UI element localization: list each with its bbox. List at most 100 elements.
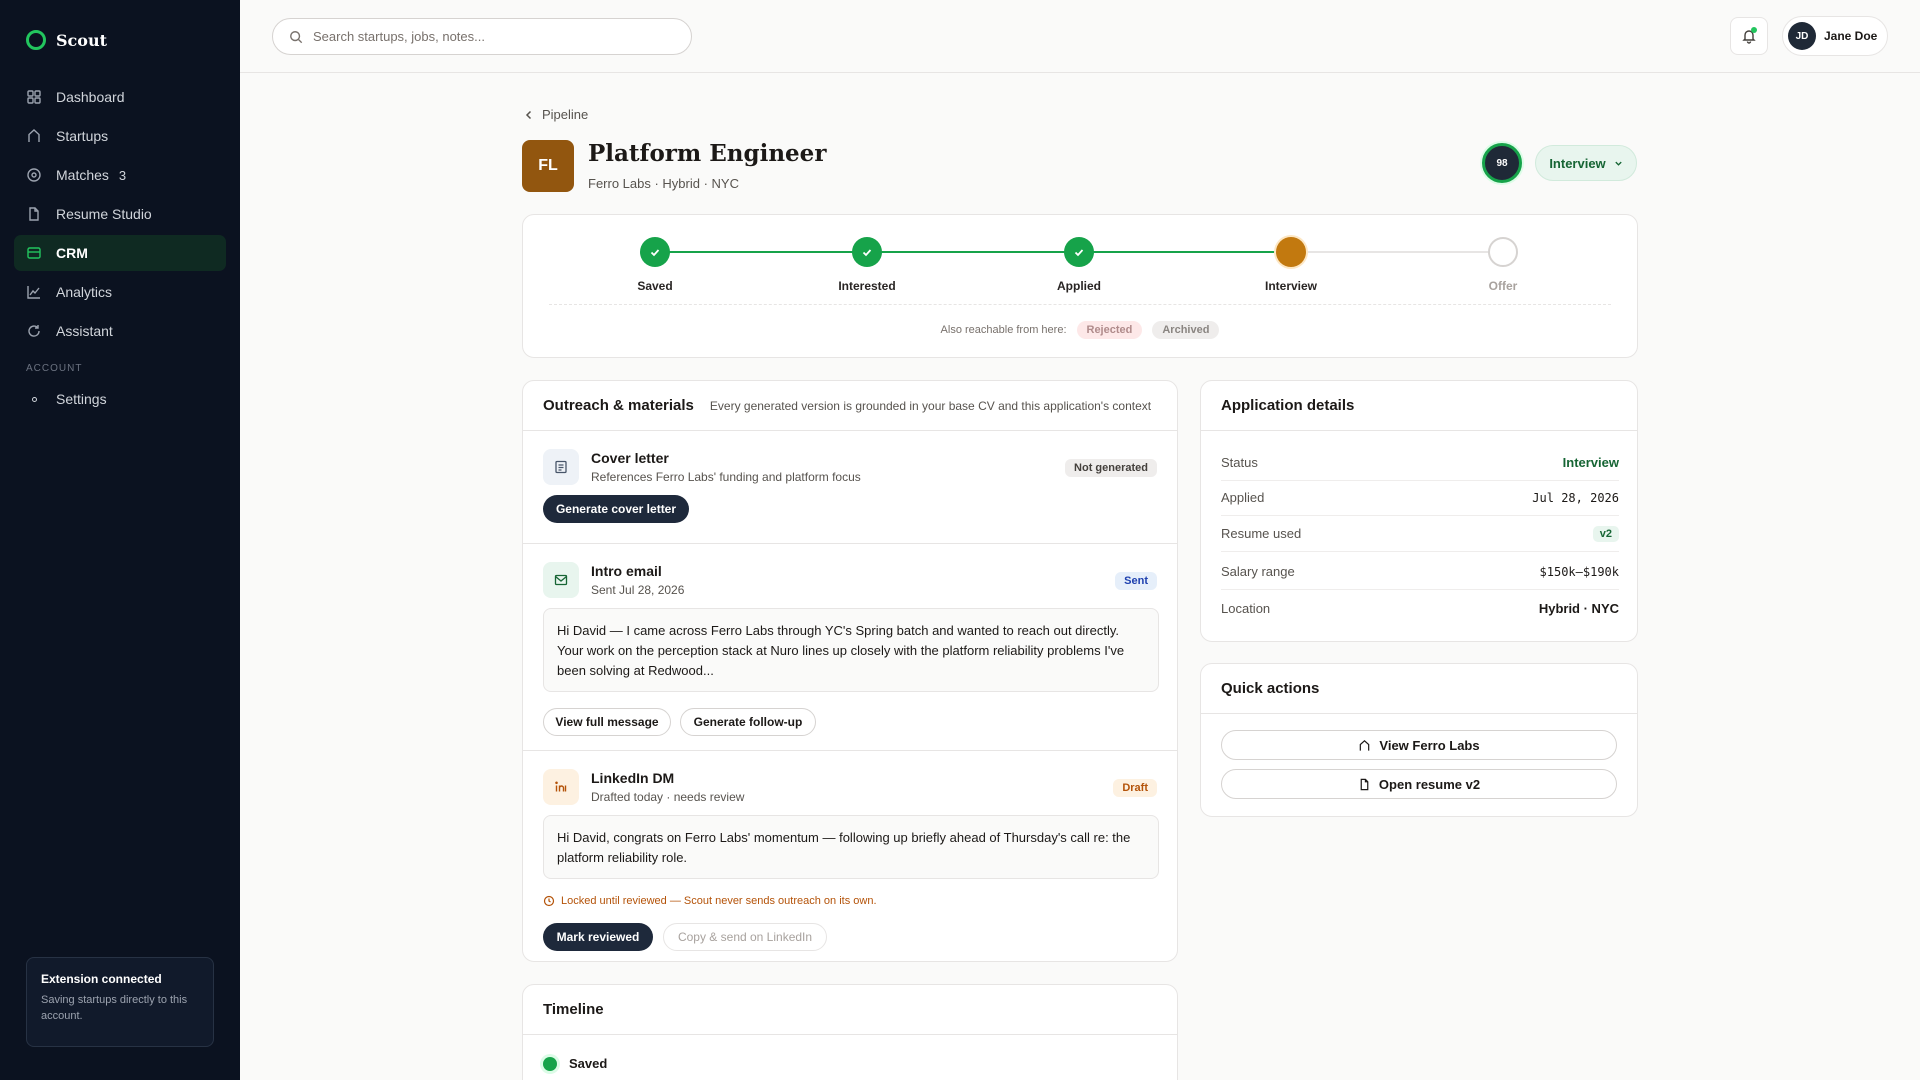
search-box[interactable] xyxy=(272,18,692,55)
outreach-card: Outreach & materials Every generated ver… xyxy=(522,380,1178,962)
extension-status-card: Extension connected Saving startups dire… xyxy=(26,957,214,1047)
brand[interactable]: Scout xyxy=(26,30,107,50)
quick-actions-card: Quick actions View Ferro Labs Open resum… xyxy=(1200,663,1638,817)
user-menu-button[interactable]: JD Jane Doe xyxy=(1782,16,1888,56)
resume-version-badge[interactable]: v2 xyxy=(1592,525,1619,542)
linkedin-dm-subtitle: Drafted today · needs review xyxy=(591,790,745,804)
detail-row-applied: Applied Jul 28, 2026 xyxy=(1221,480,1619,516)
sidebar-settings-group: Settings xyxy=(14,381,226,420)
notification-dot xyxy=(1751,27,1757,33)
view-company-button[interactable]: View Ferro Labs xyxy=(1221,730,1617,760)
rejected-tag[interactable]: Rejected xyxy=(1076,321,1143,339)
generate-cover-letter-button[interactable]: Generate cover letter xyxy=(543,495,689,523)
cover-letter-subtitle: References Ferro Labs' funding and platf… xyxy=(591,470,861,484)
document-icon xyxy=(1360,778,1369,790)
step-saved[interactable]: Saved xyxy=(595,237,715,293)
search-input[interactable] xyxy=(313,29,673,44)
detail-key: Location xyxy=(1221,600,1271,616)
notifications-button[interactable] xyxy=(1730,17,1768,55)
linkedin-dm-section: LinkedIn DM Drafted today · needs review… xyxy=(523,751,1177,961)
clock-icon xyxy=(543,895,555,907)
detail-row-location: Location Hybrid · NYC xyxy=(1221,590,1619,626)
generate-follow-up-button[interactable]: Generate follow-up xyxy=(680,708,816,736)
reachable-label: Also reachable from here: xyxy=(940,324,1067,336)
sidebar-item-startups[interactable]: Startups xyxy=(14,118,226,154)
step-circle xyxy=(640,237,670,267)
step-label: Interview xyxy=(1264,279,1318,293)
copy-send-linkedin-button[interactable]: Copy & send on LinkedIn xyxy=(663,923,827,951)
pipeline-stepper: Saved Interested Applied Interview Offer… xyxy=(522,214,1638,358)
mark-reviewed-button[interactable]: Mark reviewed xyxy=(543,923,653,951)
details-title: Application details xyxy=(1221,397,1355,414)
check-icon xyxy=(862,249,872,257)
timeline-dot xyxy=(543,1056,557,1071)
detail-value: Hybrid · NYC xyxy=(1538,600,1619,616)
sidebar-item-label: CRM xyxy=(56,245,88,261)
topbar: JD Jane Doe xyxy=(240,0,1920,73)
house-icon xyxy=(28,129,40,142)
archived-tag[interactable]: Archived xyxy=(1152,321,1220,339)
reachable-states: Also reachable from here: Rejected Archi… xyxy=(523,321,1637,339)
detail-key: Salary range xyxy=(1221,564,1295,579)
grid-icon xyxy=(27,90,41,104)
application-details-card: Application details Status Interview App… xyxy=(1200,380,1638,642)
timeline-item-label: Saved xyxy=(569,1056,608,1071)
quick-actions-title: Quick actions xyxy=(1221,680,1320,697)
lock-note-text: Locked until reviewed — Scout never send… xyxy=(561,895,877,907)
detail-row-status: Status Interview xyxy=(1221,445,1619,481)
sidebar-item-settings[interactable]: Settings xyxy=(14,381,226,417)
intro-email-section: Intro email Sent Jul 28, 2026 Sent Hi Da… xyxy=(523,544,1177,751)
linkedin-icon xyxy=(543,769,579,805)
intro-email-title: Intro email xyxy=(591,563,662,579)
sidebar-item-matches[interactable]: Matches 3 xyxy=(14,157,226,193)
step-label: Interested xyxy=(838,279,896,293)
detail-value: Interview xyxy=(1562,455,1619,470)
company-avatar: FL xyxy=(522,140,574,192)
breadcrumb[interactable]: Pipeline xyxy=(524,107,588,122)
intro-email-subtitle: Sent Jul 28, 2026 xyxy=(591,583,685,597)
scout-logo-icon xyxy=(26,30,46,50)
step-interview[interactable]: Interview xyxy=(1231,237,1351,293)
step-offer[interactable]: Offer xyxy=(1443,237,1563,293)
detail-key: Resume used xyxy=(1221,526,1302,541)
card-icon xyxy=(27,247,41,259)
matches-count-badge: 3 xyxy=(118,167,127,183)
detail-value: Jul 28, 2026 xyxy=(1532,490,1619,505)
job-subtitle: Ferro Labs · Hybrid · NYC xyxy=(588,176,739,191)
open-resume-button[interactable]: Open resume v2 xyxy=(1221,769,1617,799)
outreach-header: Outreach & materials Every generated ver… xyxy=(523,381,1177,431)
cover-letter-title: Cover letter xyxy=(591,450,669,466)
linkedin-dm-title: LinkedIn DM xyxy=(591,770,675,786)
step-circle xyxy=(1064,237,1094,267)
lock-note: Locked until reviewed — Scout never send… xyxy=(543,895,877,907)
settings-dot-icon xyxy=(26,391,42,407)
step-applied[interactable]: Applied xyxy=(1019,237,1139,293)
status-badge: Draft xyxy=(1113,779,1157,797)
status-dropdown[interactable]: Interview xyxy=(1535,145,1637,181)
status-badge: Not generated xyxy=(1065,459,1157,477)
breadcrumb-pipeline: Pipeline xyxy=(542,107,589,122)
document-icon xyxy=(29,207,39,221)
sidebar-item-label: Analytics xyxy=(56,284,113,300)
chevron-down-icon xyxy=(1614,161,1622,166)
sidebar-item-dashboard[interactable]: Dashboard xyxy=(14,79,226,115)
search-icon xyxy=(290,30,303,43)
step-interested[interactable]: Interested xyxy=(807,237,927,293)
view-full-message-button[interactable]: View full message xyxy=(543,708,671,736)
timeline-header: Timeline xyxy=(523,985,1177,1035)
avatar: JD xyxy=(1788,22,1816,50)
step-label: Saved xyxy=(637,279,673,293)
sidebar-item-assistant[interactable]: Assistant xyxy=(14,313,226,349)
user-name: Jane Doe xyxy=(1824,29,1878,43)
sidebar-item-resume-studio[interactable]: Resume Studio xyxy=(14,196,226,232)
sidebar-item-analytics[interactable]: Analytics xyxy=(14,274,226,310)
sidebar-item-crm[interactable]: CRM xyxy=(14,235,226,271)
match-score-badge: 98 xyxy=(1482,143,1522,183)
detail-key: Status xyxy=(1221,455,1258,470)
outreach-title: Outreach & materials xyxy=(543,397,694,414)
linkedin-dm-preview: Hi David, congrats on Ferro Labs' moment… xyxy=(543,815,1159,879)
detail-row-resume: Resume used v2 xyxy=(1221,516,1619,552)
check-icon xyxy=(1074,249,1084,257)
stepper-progress-line xyxy=(655,251,1291,253)
sidebar-nav: Dashboard Startups Matches 3 Resume Stud… xyxy=(14,79,226,352)
